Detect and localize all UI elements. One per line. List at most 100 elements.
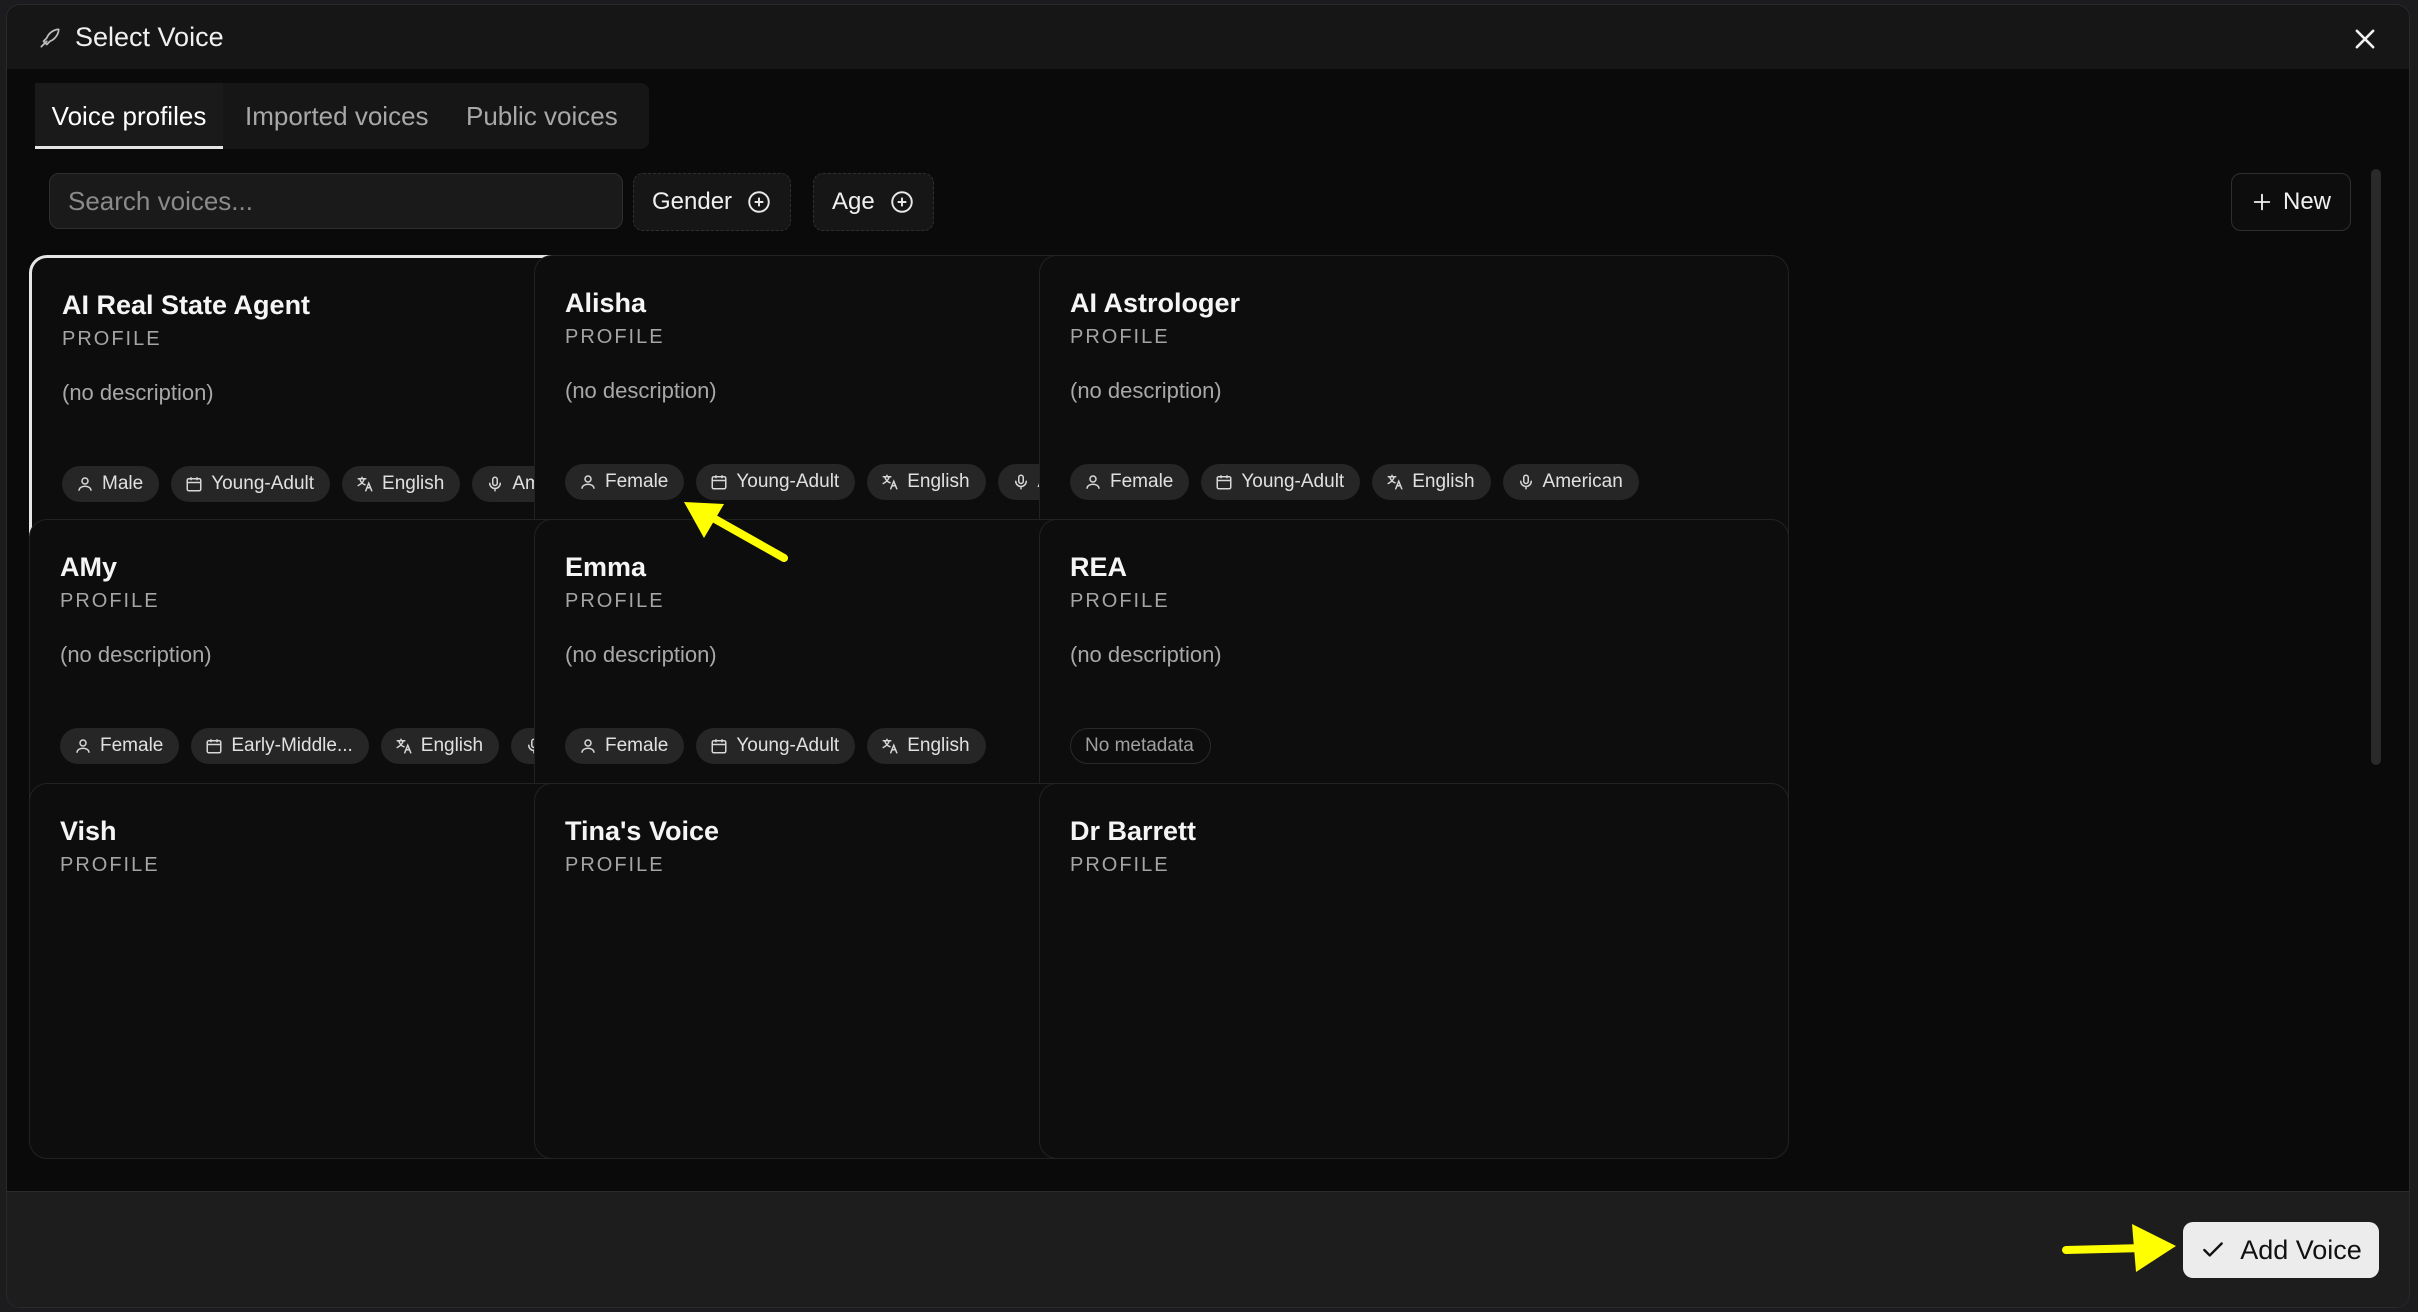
voice-name: AI Real State Agent [62,290,311,320]
voice-tags: Female Young-Adult English American [1070,464,1639,500]
voice-tag: Young-Adult [1201,464,1361,500]
voice-tag: English [867,728,986,764]
voice-tag-label: No metadata [1085,735,1194,756]
voice-tag-label: American [1542,471,1623,492]
calendar-icon [710,473,728,491]
voice-type-label: PROFILE [1070,326,1170,348]
calendar-icon [205,737,223,755]
plus-circle-icon [890,191,913,213]
voice-tag-label: Female [1110,471,1174,492]
voice-name: Vish [60,816,117,846]
voice-type-label: PROFILE [1070,590,1170,612]
tab-imported-voices[interactable]: Imported voices [245,83,429,149]
voice-tag-label: English [1412,471,1475,492]
voice-description: (no description) [565,378,717,403]
dialog-footer: Add Voice [7,1191,2409,1307]
voice-type-label: PROFILE [565,326,665,348]
microphone-icon [1517,473,1535,491]
voice-grid: AI Real State Agent PROFILE (no descriptio… [7,255,2409,1191]
translate-icon [881,473,899,491]
voice-tag: Young-Adult [171,466,331,502]
age-filter-button[interactable]: Age [813,173,934,231]
age-filter-label: Age [832,188,875,215]
voice-name: Dr Barrett [1070,816,1197,846]
translate-icon [395,737,413,755]
microphone-icon [486,475,504,493]
voice-type-label: PROFILE [60,854,160,876]
voice-type-label: PROFILE [60,590,160,612]
search-input[interactable] [49,173,623,229]
dialog-titlebar: Select Voice [7,5,2409,69]
voice-tag: English [1372,464,1491,500]
voice-tag: No metadata [1070,728,1211,764]
voice-description: (no description) [1070,642,1222,667]
voice-description: (no description) [565,642,717,667]
voice-tag-label: Young-Adult [736,735,840,756]
voice-name: Emma [565,552,647,582]
voice-tag: Female [565,464,685,500]
plus-circle-icon [748,191,770,213]
voice-tag: English [380,728,500,764]
person-icon [74,737,92,755]
voice-tag-label: English [420,735,484,756]
voice-tag-label: English [907,735,970,756]
voice-type-label: PROFILE [565,590,665,612]
select-voice-dialog: Select Voice Voice profiles Imported voi… [6,4,2410,1308]
voice-tags: MaleYoung-AdultEnglishAmerican [62,466,609,502]
gender-filter-button[interactable]: Gender [633,173,792,231]
voice-tag-label: English [382,473,445,494]
voice-name: Tina's Voice [565,816,719,846]
voice-type-label: PROFILE [62,328,162,350]
check-icon [2203,1242,2224,1257]
voice-description: (no description) [62,380,214,405]
calendar-icon [185,475,203,493]
voice-tag: Young-Adult [696,464,856,500]
close-icon[interactable] [2351,25,2379,53]
voice-description: (no description) [1070,378,1222,403]
voice-name: AI Astrologer [1070,288,1241,318]
voice-tag-label: Female [100,735,164,756]
translate-icon [1386,473,1404,491]
voice-name: REA [1070,552,1128,582]
voice-tag: Male [62,466,160,502]
calendar-icon [710,737,728,755]
microphone-icon [1012,473,1030,491]
add-voice-label: Add Voice [2240,1234,2362,1265]
voice-tag-label: Young-Adult [1241,471,1345,492]
voice-tag: Young-Adult [696,728,856,764]
voice-tag: Early-Middle... [191,728,369,764]
person-icon [1084,473,1102,491]
plus-icon [2253,193,2271,211]
voice-tag-label: Young-Adult [211,473,315,494]
voice-tag-label: Male [102,473,144,494]
voice-card[interactable]: Dr Barrett PROFILE [1039,783,1789,1159]
dialog-title: Select Voice [75,22,224,52]
tab-bar: Voice profiles Imported voices Public vo… [35,83,649,149]
voice-tag-label: Female [605,471,669,492]
new-voice-button[interactable]: New [2231,173,2351,231]
voice-tag: Female [60,728,180,764]
voice-tag-label: Young-Adult [736,471,840,492]
voice-tag: English [342,466,461,502]
tab-voice-profiles[interactable]: Voice profiles [35,83,223,149]
gender-filter-label: Gender [652,188,733,215]
voice-tags: Female Young-Adult English [565,728,986,764]
person-icon [579,473,597,491]
person-icon [76,475,94,493]
person-icon [579,737,597,755]
new-voice-label: New [2282,188,2331,215]
voice-tags: No metadata [1070,728,1211,764]
voice-type-label: PROFILE [1070,854,1170,876]
voice-tag: English [867,464,986,500]
voice-tag-label: Female [605,735,669,756]
feather-pen-icon [40,28,60,48]
translate-icon [356,475,374,493]
add-voice-button[interactable]: Add Voice [2183,1222,2379,1278]
voice-description: (no description) [60,642,212,667]
voice-name: Alisha [565,288,647,318]
calendar-icon [1215,473,1233,491]
voice-name: AMy [60,552,118,582]
tab-public-voices[interactable]: Public voices [466,83,618,149]
voice-tag: Female [1070,464,1190,500]
voice-type-label: PROFILE [565,854,665,876]
